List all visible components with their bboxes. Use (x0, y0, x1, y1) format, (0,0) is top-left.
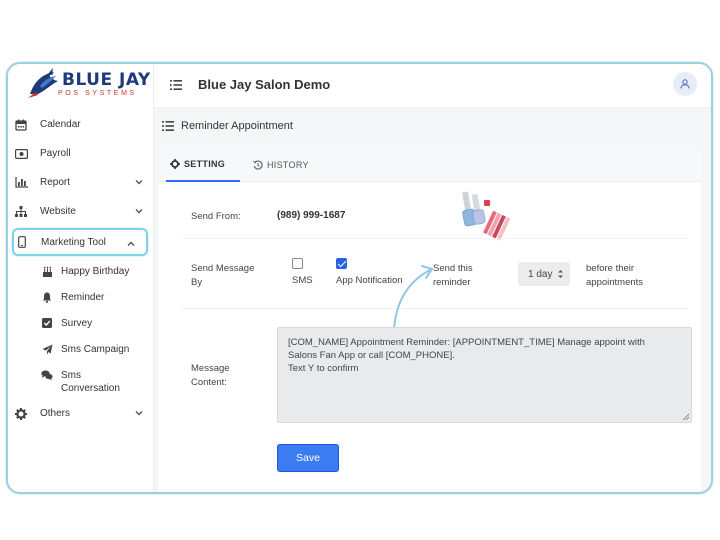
app-window: BLUE JAY POS SYSTEMS Calendar Payroll Re… (6, 62, 713, 494)
nail-polish-illustration (462, 191, 511, 241)
sidebar-subitem-survey[interactable]: Survey (8, 310, 154, 336)
resize-handle-icon[interactable] (682, 413, 689, 420)
sidebar-subitem-label: Survey (61, 318, 93, 329)
chevron-down-icon (135, 180, 143, 185)
tab-bar: SETTING HISTORY (158, 148, 701, 182)
chat-icon (41, 369, 53, 381)
sidebar-subitem-reminder[interactable]: Reminder (8, 284, 154, 310)
main-content: Reminder Appointment SETTING HISTORY Sen… (154, 108, 711, 492)
sidebar-nav: Calendar Payroll Report Website Marketin… (8, 110, 154, 428)
settings-card: SETTING HISTORY Send From: (989) 999-168… (158, 148, 701, 492)
app-title: Blue Jay Salon Demo (198, 77, 331, 92)
save-button[interactable]: Save (277, 444, 339, 472)
sidebar-subitem-sms-conversation[interactable]: Sms Conversation (8, 362, 154, 395)
chevron-up-icon (127, 241, 135, 246)
sidebar-item-label: Calendar (40, 119, 81, 130)
blue-jay-bird-icon (28, 68, 58, 98)
sidebar-item-payroll[interactable]: Payroll (8, 139, 154, 168)
sidebar-subitem-label: Sms Campaign (61, 344, 130, 355)
sidebar-item-label: Others (40, 408, 71, 419)
bell-icon (41, 291, 53, 303)
send-by-label: Send Message By (191, 263, 255, 288)
section-title: Reminder Appointment (181, 120, 293, 132)
brand-tagline: POS SYSTEMS (58, 90, 137, 97)
check-square-icon (41, 317, 53, 329)
message-line: Text Y to confirm (288, 363, 359, 374)
tab-setting[interactable]: SETTING (166, 148, 240, 182)
sidebar-item-website[interactable]: Website (8, 197, 154, 226)
brand-name: BLUE JAY (62, 70, 151, 90)
history-icon (253, 160, 263, 170)
bar-chart-icon (14, 176, 28, 190)
sidebar-subitem-happy-birthday[interactable]: Happy Birthday (8, 258, 154, 284)
user-icon (680, 79, 690, 89)
tab-label: SETTING (184, 159, 226, 169)
send-from-label: Send From: (191, 211, 241, 222)
tab-label: HISTORY (267, 160, 309, 170)
app-notification-checkbox[interactable] (336, 258, 347, 269)
sidebar-item-label: Report (40, 177, 71, 188)
sidebar-item-label: Marketing Tool (41, 236, 106, 248)
sidebar-subitem-label: Sms Conversation (61, 370, 120, 394)
gear-icon (170, 159, 180, 169)
sidebar-item-marketing-tool[interactable]: Marketing Tool (12, 228, 148, 256)
chevron-down-icon (135, 209, 143, 214)
row-divider (182, 238, 687, 239)
select-caret-icon (558, 270, 563, 278)
sidebar-subitem-sms-campaign[interactable]: Sms Campaign (8, 336, 154, 362)
sidebar-item-report[interactable]: Report (8, 168, 154, 197)
birthday-cake-icon (41, 265, 53, 277)
sidebar-subitem-label: Happy Birthday (61, 266, 130, 277)
paper-plane-icon (41, 343, 53, 355)
user-avatar[interactable] (673, 72, 697, 96)
list-icon (162, 121, 174, 131)
sms-checkbox[interactable] (292, 258, 303, 269)
reminder-offset-value: 1 day (528, 268, 553, 280)
tab-history[interactable]: HISTORY (253, 148, 309, 182)
section-header: Reminder Appointment (162, 120, 293, 132)
sidebar-item-calendar[interactable]: Calendar (8, 110, 154, 139)
sidebar-item-label: Website (40, 206, 76, 217)
top-bar: Blue Jay Salon Demo (154, 64, 711, 108)
before-appointments-label: before their appointments (586, 263, 644, 288)
message-line: Salons Fan App or call [COM_PHONE]. (288, 350, 455, 361)
message-line: [COM_NAME] Appointment Reminder: [APPOIN… (288, 337, 645, 348)
sidebar-item-label: Payroll (40, 148, 71, 159)
brand-logo[interactable]: BLUE JAY POS SYSTEMS (26, 68, 150, 102)
sitemap-icon (14, 205, 28, 219)
calendar-icon (14, 118, 28, 132)
reminder-offset-select[interactable]: 1 day (518, 262, 570, 286)
sidebar: BLUE JAY POS SYSTEMS Calendar Payroll Re… (8, 64, 154, 492)
money-icon (14, 147, 28, 161)
sidebar-subitem-label: Reminder (61, 292, 105, 303)
chevron-down-icon (135, 411, 143, 416)
mobile-icon (15, 235, 29, 249)
sms-label: SMS (292, 275, 313, 286)
message-content-textarea[interactable]: [COM_NAME] Appointment Reminder: [APPOIN… (277, 327, 692, 423)
sidebar-item-others[interactable]: Others (8, 399, 154, 428)
send-from-value: (989) 999-1687 (277, 210, 346, 221)
menu-toggle-icon[interactable] (170, 80, 182, 90)
gear-icon (14, 407, 28, 421)
message-content-label: Message Content: (191, 363, 230, 388)
